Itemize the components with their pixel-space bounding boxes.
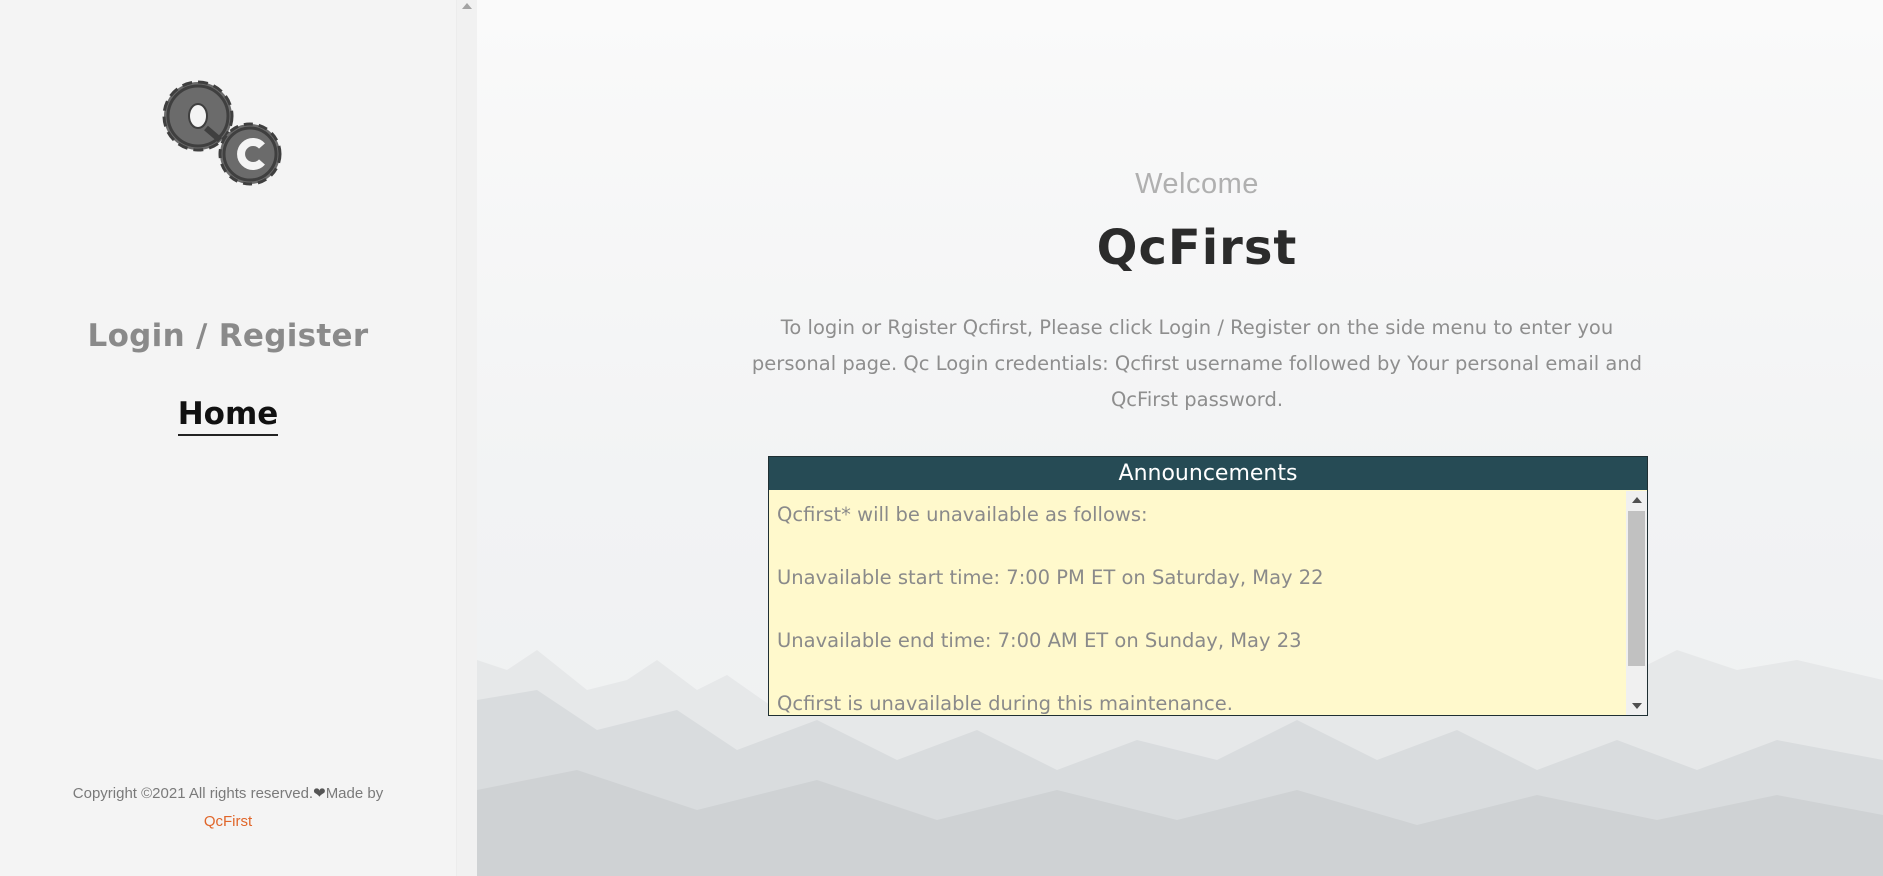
nav-login-register[interactable]: Login / Register	[0, 318, 456, 354]
announcement-line: Unavailable end time: 7:00 AM ET on Sund…	[777, 629, 1302, 652]
announcements-body[interactable]: Qcfirst* will be unavailable as follows:…	[769, 491, 1625, 715]
welcome-text: Welcome	[1135, 168, 1259, 200]
heart-icon: ❤	[313, 785, 326, 802]
made-by-text: Made by	[325, 785, 384, 802]
scroll-up-arrow-icon[interactable]	[462, 3, 472, 9]
announcement-line: Qcfirst* will be unavailable as follows:	[777, 503, 1148, 526]
qc-logo[interactable]	[150, 74, 300, 194]
gears-logo-icon	[162, 80, 282, 186]
announcements-scrollbar[interactable]	[1626, 491, 1647, 715]
nav-home[interactable]: Home	[177, 396, 279, 436]
brand-link[interactable]: QcFirst	[204, 813, 252, 830]
scroll-down-arrow-icon[interactable]	[1632, 703, 1642, 709]
scroll-thumb[interactable]	[1628, 511, 1645, 666]
announcement-line: Unavailable start time: 7:00 PM ET on Sa…	[777, 566, 1324, 589]
announcements-header: Announcements	[769, 457, 1647, 490]
page-title: QcFirst	[1096, 220, 1298, 276]
copyright: Copyright ©2021 All rights reserved.❤Mad…	[20, 780, 436, 836]
scroll-up-arrow-icon[interactable]	[1632, 497, 1642, 503]
intro-text: To login or Rgister Qcfirst, Please clic…	[751, 316, 1643, 411]
announcements-box: Announcements Qcfirst* will be unavailab…	[768, 456, 1648, 716]
sidebar-scrollbar[interactable]	[456, 0, 478, 876]
sidebar: Login / Register Home Copyright ©2021 Al…	[0, 0, 456, 876]
announcement-line: Qcfirst is unavailable during this maint…	[777, 692, 1233, 715]
copyright-text: Copyright ©2021 All rights reserved.	[72, 785, 314, 802]
main-content: Welcome QcFirst To login or Rgister Qcfi…	[477, 0, 1883, 876]
